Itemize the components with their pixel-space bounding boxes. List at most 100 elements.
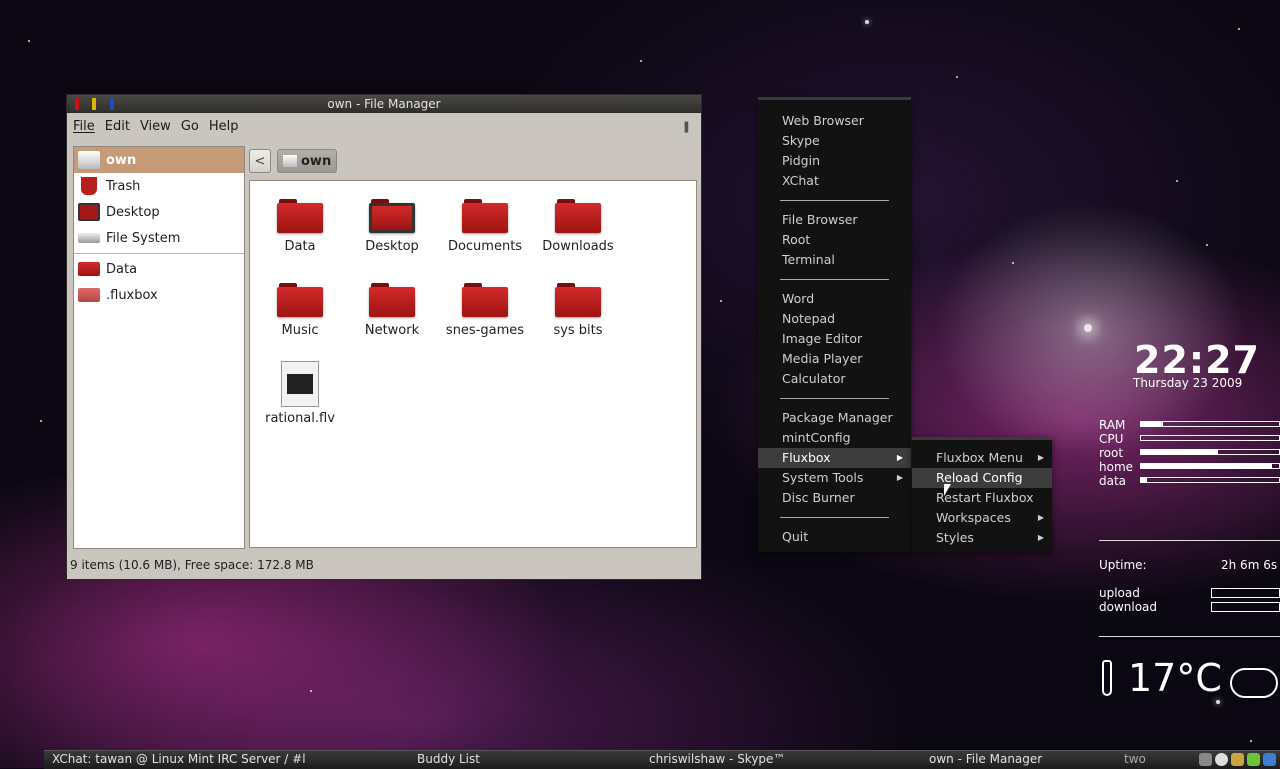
stat-label: data [1099,474,1127,488]
chevron-left-icon: < [254,153,266,169]
submenu-item-reload-config[interactable]: Reload Config [912,468,1052,488]
menu-item-disc-burner[interactable]: Disc Burner [758,488,911,508]
menu-item-pidgin[interactable]: Pidgin [758,151,911,171]
thermometer-icon [1102,660,1112,696]
menu-item-system-tools[interactable]: System Tools ▶ [758,468,911,488]
menu-help[interactable]: Help [209,119,239,134]
menu-item-package-manager[interactable]: Package Manager [758,408,911,428]
sidebar-item-label: Data [106,261,138,277]
menu-item-media-player[interactable]: Media Player [758,349,911,369]
folder-icon [78,262,100,276]
folder-icon [78,288,100,302]
file-item[interactable]: Data [254,199,346,254]
file-item[interactable]: Desktop [346,199,438,254]
window-titlebar[interactable]: own - File Manager [67,95,701,113]
network-icon[interactable] [1199,753,1212,766]
update-icon[interactable] [1247,753,1260,766]
file-item-label: Documents [447,239,523,254]
menu-item-fluxbox[interactable]: Fluxbox ▶ [758,448,911,468]
menu-item-file-browser[interactable]: File Browser [758,210,911,230]
menu-go[interactable]: Go [181,119,199,134]
window-title: own - File Manager [327,97,441,111]
home-bar-fill [1141,464,1273,468]
drive-icon [78,233,100,243]
task-file-manager[interactable]: own - File Manager [929,751,1042,768]
temperature: 17°C [1128,656,1222,700]
submenu-item-styles[interactable]: Styles ▶ [912,528,1052,548]
trash-icon [81,177,97,195]
submenu-item-fluxbox-menu[interactable]: Fluxbox Menu ▶ [912,448,1052,468]
mouse-cursor-icon [944,484,951,496]
folder-icon [277,199,323,233]
desktop-icon [78,203,100,221]
file-item[interactable]: Downloads [532,199,624,254]
video-file-icon [281,361,319,407]
back-button[interactable]: < [249,149,271,173]
sidebar-item-label: .fluxbox [106,287,158,303]
menu-separator [780,398,889,399]
file-item-label: Music [281,323,319,338]
menu-item-root[interactable]: Root [758,230,911,250]
toolbar-grip-icon[interactable]: ❚ [682,120,691,133]
submenu-item-restart-fluxbox[interactable]: Restart Fluxbox [912,488,1052,508]
menu-item-calculator[interactable]: Calculator [758,369,911,389]
breadcrumb-own[interactable]: own [277,149,338,173]
menu-item-quit[interactable]: Quit [758,527,911,547]
file-item[interactable]: Network [346,283,438,338]
stat-label: RAM [1099,418,1126,432]
file-item[interactable]: Documents [439,199,531,254]
workspace-name[interactable]: two [1124,751,1146,768]
taskbar: XChat: tawan @ Linux Mint IRC Server / #… [44,750,1280,769]
chevron-right-icon: ▶ [1037,453,1044,462]
maximize-button[interactable] [110,98,114,110]
file-item-label: Network [364,323,420,338]
download-arrow-icon[interactable] [1263,753,1276,766]
file-item[interactable]: Music [254,283,346,338]
lock-icon[interactable] [1231,753,1244,766]
menu-item-web-browser[interactable]: Web Browser [758,111,911,131]
minimize-button[interactable] [92,98,96,110]
menu-item-terminal[interactable]: Terminal [758,250,911,270]
menu-item-notepad[interactable]: Notepad [758,309,911,329]
menu-item-mintconfig[interactable]: mintConfig [758,428,911,448]
submenu-item-workspaces[interactable]: Workspaces ▶ [912,508,1052,528]
stat-label: home [1099,460,1134,474]
skype-icon[interactable] [1215,753,1228,766]
task-skype[interactable]: chriswilshaw - Skype™ [649,751,785,768]
task-xchat[interactable]: XChat: tawan @ Linux Mint IRC Server / #… [52,751,306,768]
file-item[interactable]: snes-games [439,283,531,338]
folder-icon [555,283,601,317]
menu-item-skype[interactable]: Skype [758,131,911,151]
net-upload-label: upload [1099,586,1140,600]
sidebar-item-own[interactable]: own [74,147,244,173]
menu-item-image-editor[interactable]: Image Editor [758,329,911,349]
folder-icon [369,283,415,317]
sidebar-item-desktop[interactable]: Desktop [74,199,244,225]
file-item[interactable]: rational.flv [254,361,346,426]
sidebar-item-trash[interactable]: Trash [74,173,244,199]
sidebar-item-data[interactable]: Data [74,256,244,282]
menu-view[interactable]: View [140,119,171,134]
chevron-right-icon: ▶ [896,473,903,482]
menu-item-word[interactable]: Word [758,289,911,309]
menubar: File Edit View Go Help ❚ [67,113,701,140]
task-buddy-list[interactable]: Buddy List [417,751,480,768]
cpu-bar [1140,435,1280,441]
root-bar [1140,449,1280,455]
sidebar-item-label: own [106,152,137,168]
system-tray [1199,753,1276,766]
menu-item-label: Fluxbox Menu [936,450,1023,465]
close-button[interactable] [75,98,79,110]
status-bar: 9 items (10.6 MB), Free space: 172.8 MB [70,558,314,572]
sidebar-item-fluxbox[interactable]: .fluxbox [74,282,244,308]
sidebar-item-file-system[interactable]: File System [74,225,244,251]
weather-cloud-icon [1230,668,1278,698]
file-view[interactable]: Data Desktop Documents Downloads Music N… [249,180,697,548]
menu-item-xchat[interactable]: XChat [758,171,911,191]
file-item-label: Data [284,239,316,254]
file-manager-window[interactable]: own - File Manager File Edit View Go Hel… [66,94,702,580]
file-item[interactable]: sys bits [532,283,624,338]
menu-edit[interactable]: Edit [105,119,130,134]
home-bar [1140,463,1280,469]
menu-file[interactable]: File [73,119,95,134]
